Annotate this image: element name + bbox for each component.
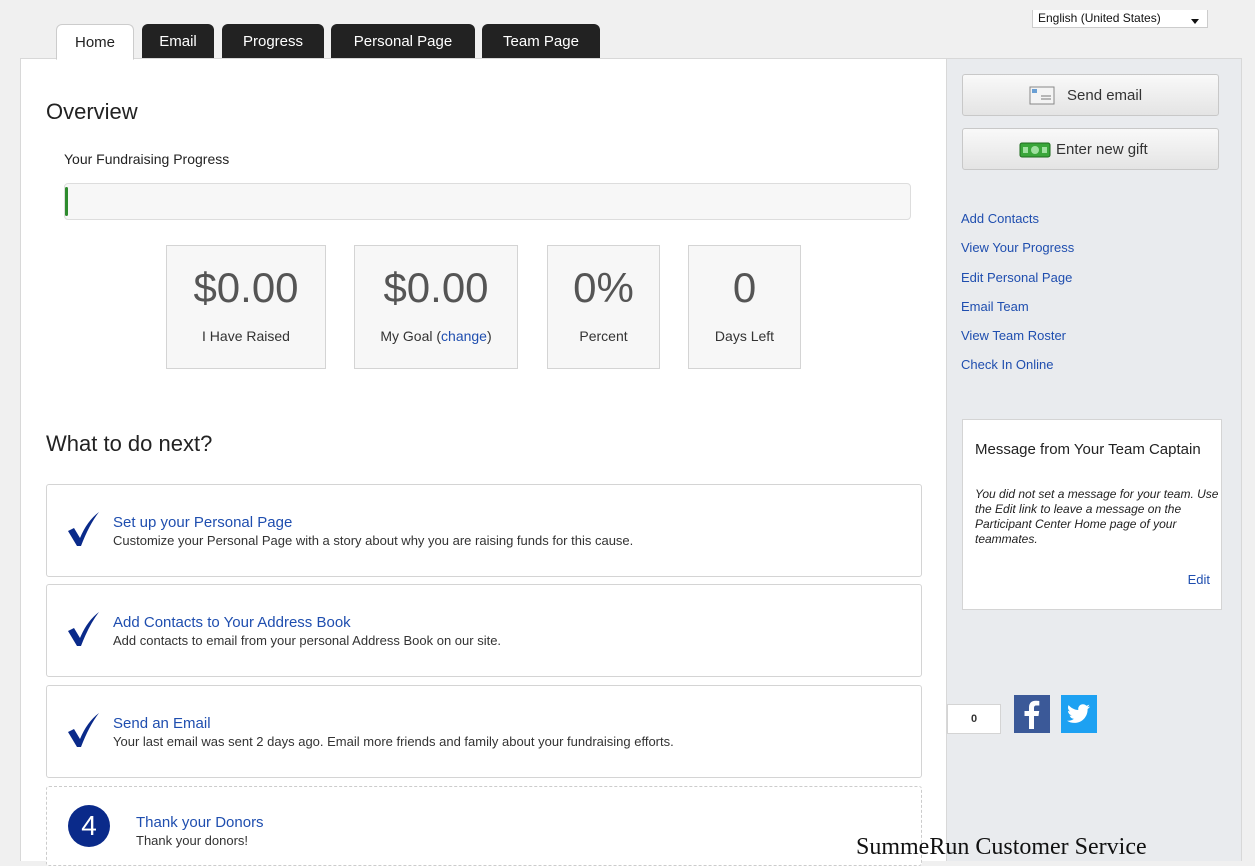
twitter-icon[interactable] — [1061, 695, 1097, 733]
captain-message-box: Message from Your Team Captain You did n… — [962, 419, 1222, 610]
envelope-icon — [1029, 86, 1055, 105]
tab-personal-page[interactable]: Personal Page — [331, 24, 475, 59]
task-title-link[interactable]: Set up your Personal Page — [113, 514, 292, 531]
goal-label-suffix: ) — [486, 328, 492, 344]
language-selected: English (United States) — [1038, 11, 1161, 25]
money-icon — [1019, 142, 1051, 158]
stat-value: $0.00 — [383, 264, 489, 311]
share-count: 0 — [947, 704, 1001, 734]
captain-message-title: Message from Your Team Captain — [975, 441, 1201, 458]
enter-new-gift-label: Enter new gift — [1056, 141, 1148, 158]
facebook-icon[interactable] — [1014, 695, 1050, 733]
edit-personal-page-link[interactable]: Edit Personal Page — [961, 270, 1074, 299]
task-title-link[interactable]: Send an Email — [113, 715, 211, 732]
task-personal-page: Set up your Personal Page Customize your… — [46, 484, 922, 577]
tab-team-page[interactable]: Team Page — [482, 24, 600, 59]
task-description: Your last email was sent 2 days ago. Ema… — [113, 734, 674, 749]
edit-message-link[interactable]: Edit — [1188, 572, 1210, 587]
stat-value: 0 — [732, 264, 757, 311]
stat-value: 0% — [573, 264, 634, 311]
tab-home[interactable]: Home — [56, 24, 134, 60]
task-thank-donors: 4 Thank your Donors Thank your donors! — [46, 786, 922, 866]
task-description: Customize your Personal Page with a stor… — [113, 533, 634, 548]
send-email-button[interactable]: Send email — [962, 74, 1219, 116]
stat-days-left: 0 Days Left — [688, 245, 801, 369]
stat-label: Days Left — [714, 328, 775, 344]
progress-label: Your Fundraising Progress — [64, 151, 230, 167]
checkmark-icon — [68, 713, 99, 747]
captain-message-body: You did not set a message for your team.… — [975, 487, 1219, 546]
change-goal-link[interactable]: change — [441, 328, 487, 344]
view-team-roster-link[interactable]: View Team Roster — [961, 328, 1074, 357]
task-description: Add contacts to email from your personal… — [113, 633, 502, 648]
main-panel: Overview Your Fundraising Progress $0.00… — [20, 58, 947, 866]
task-title-link[interactable]: Thank your Donors — [136, 814, 264, 831]
stat-goal: $0.00 My Goal (change) — [354, 245, 518, 369]
stat-label: Percent — [579, 328, 628, 344]
sidebar: Send email Enter new gift Add Contacts V… — [947, 58, 1242, 861]
overview-heading: Overview — [46, 99, 138, 124]
email-team-link[interactable]: Email Team — [961, 299, 1074, 328]
step-number-badge: 4 — [68, 805, 110, 847]
tab-progress[interactable]: Progress — [222, 24, 324, 59]
add-contacts-link[interactable]: Add Contacts — [961, 211, 1074, 240]
stat-raised: $0.00 I Have Raised — [166, 245, 326, 369]
send-email-label: Send email — [1067, 87, 1143, 104]
stat-percent: 0% Percent — [547, 245, 660, 369]
chevron-down-icon — [1191, 19, 1199, 24]
customer-service-text: SummeRun Customer Service — [856, 834, 1147, 860]
stat-label: My Goal (change) — [355, 328, 517, 344]
goal-label-prefix: My Goal ( — [380, 328, 442, 344]
check-in-online-link[interactable]: Check In Online — [961, 357, 1074, 386]
enter-new-gift-button[interactable]: Enter new gift — [962, 128, 1219, 170]
task-title-link[interactable]: Add Contacts to Your Address Book — [113, 614, 351, 631]
language-select[interactable]: English (United States) — [1032, 10, 1208, 28]
task-description: Thank your donors! — [136, 833, 249, 848]
view-progress-link[interactable]: View Your Progress — [961, 240, 1074, 269]
stat-value: $0.00 — [193, 264, 299, 311]
quick-links: Add Contacts View Your Progress Edit Per… — [961, 211, 1074, 387]
task-add-contacts: Add Contacts to Your Address Book Add co… — [46, 584, 922, 677]
task-send-email: Send an Email Your last email was sent 2… — [46, 685, 922, 778]
next-steps-heading: What to do next? — [46, 431, 213, 456]
stat-label: I Have Raised — [202, 328, 290, 344]
progress-fill — [65, 187, 68, 216]
tab-email[interactable]: Email — [142, 24, 214, 59]
checkmark-icon — [68, 612, 99, 646]
checkmark-icon — [68, 512, 99, 546]
fundraising-progress-bar — [64, 183, 911, 220]
